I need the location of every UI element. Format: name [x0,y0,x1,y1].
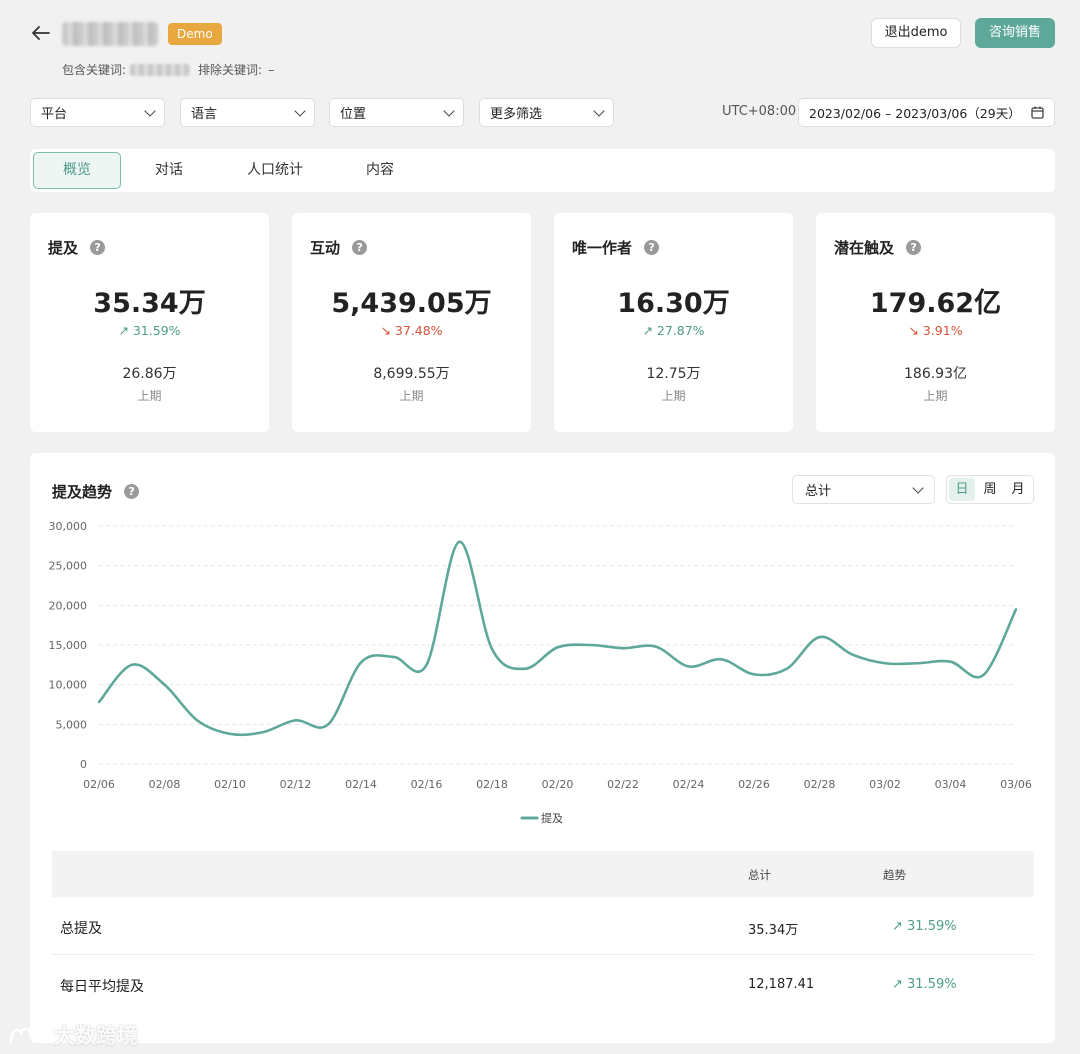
data-point [327,723,330,726]
y-tick-label: 30,000 [49,520,88,533]
x-tick-label: 03/06 [1000,778,1032,791]
x-tick-label: 03/02 [869,778,901,791]
y-tick-label: 25,000 [49,560,88,573]
data-point [359,661,363,664]
row-total: 35.34万 [748,923,799,938]
data-point [818,635,821,639]
y-tick-label: 15,000 [49,639,88,652]
x-tick-label: 03/04 [935,778,967,791]
data-point [1014,608,1018,611]
data-point [687,665,690,668]
x-tick-label: 02/20 [542,778,574,791]
data-point [916,662,919,665]
x-tick-label: 02/08 [149,778,181,791]
y-tick-label: 0 [80,758,87,771]
data-point [982,673,985,677]
watermark-text: 大数跨境 [54,1024,138,1048]
watermark: 大数跨境 [8,1020,138,1050]
data-point [130,663,133,667]
data-point [490,647,494,651]
x-tick-label: 02/14 [345,778,377,791]
data-point [621,646,625,650]
data-point [785,667,788,670]
data-point [556,646,559,649]
data-point [883,662,887,665]
column-header-trend: 趋势 [883,868,906,882]
x-tick-label: 02/28 [804,778,836,791]
column-header-total: 总计 [748,868,771,882]
data-point [720,658,723,661]
x-tick-label: 02/22 [607,778,639,791]
x-tick-label: 02/06 [83,778,115,791]
table-row [52,955,1034,1013]
x-tick-label: 02/12 [280,778,312,791]
data-point [589,643,592,647]
data-point [752,673,756,676]
data-point [97,700,101,704]
arrow-up-right-icon: ↗ [892,919,908,934]
y-tick-label: 5,000 [56,718,88,731]
arrow-up-right-icon: ↗ [892,977,908,992]
mentions-trend-chart: 30,000 25,000 20,000 15,000 10,000 5,000 0 02/… [49,520,1032,825]
x-tick-label: 02/26 [738,778,770,791]
table-row [52,897,1034,955]
row-total: 12,187.41 [748,977,815,992]
row-trend-value: 31.59% [907,919,957,934]
data-point [851,653,854,656]
data-point [523,667,526,670]
row-label: 总提及 [60,921,102,937]
x-tick-label: 02/16 [411,778,443,791]
data-point [392,655,395,659]
x-tick-label: 02/24 [673,778,705,791]
y-tick-label: 20,000 [49,599,88,612]
watermark-logo-icon [9,1027,44,1044]
row-trend: ↗ 31.59% [892,919,957,934]
x-tick-label: 02/18 [476,778,508,791]
row-label: 每日平均提及 [60,979,144,995]
data-point [425,663,428,667]
data-point [196,719,199,722]
data-point [163,683,166,686]
data-point [458,540,461,544]
data-point [294,719,297,722]
legend-label: 提及 [541,812,563,825]
data-point [949,660,952,663]
y-tick-label: 10,000 [49,679,88,692]
row-trend: ↗ 31.59% [892,977,957,992]
row-trend-value: 31.59% [907,977,957,992]
data-point [261,731,264,734]
data-point [654,645,657,648]
series-line-mentions [97,540,1018,737]
x-tick-label: 02/10 [214,778,246,791]
data-point [228,732,232,736]
